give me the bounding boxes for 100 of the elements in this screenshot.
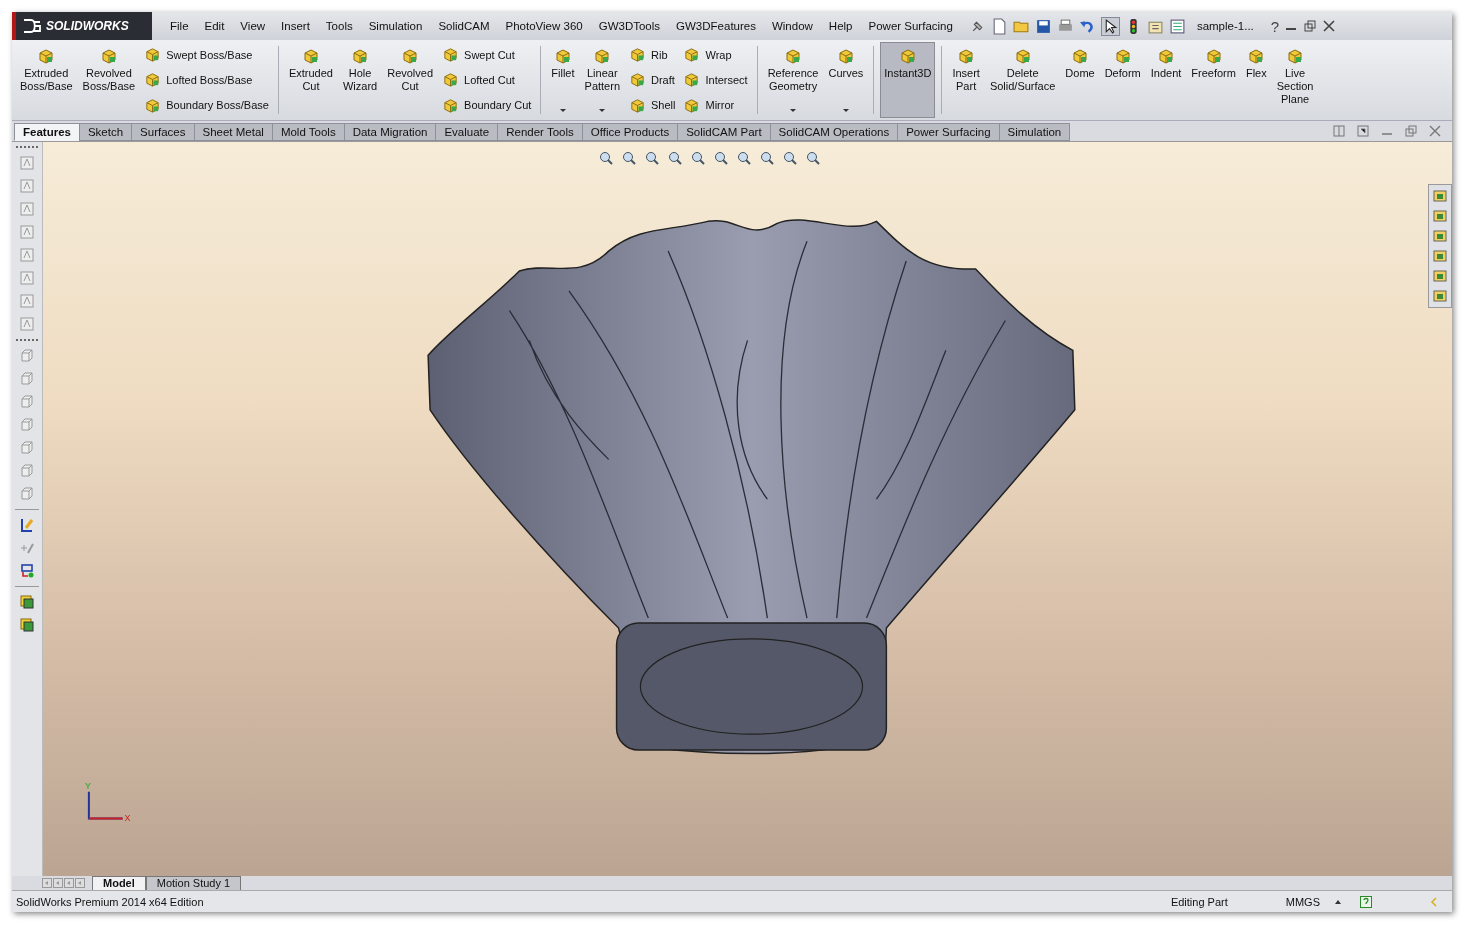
- select-pointer-icon[interactable]: [1100, 16, 1120, 36]
- command-tab[interactable]: Office Products: [581, 123, 679, 141]
- restore-icon[interactable]: [1303, 19, 1318, 33]
- command-tab[interactable]: SolidCAM Part: [677, 123, 771, 141]
- ribbon-button[interactable]: Fillet: [547, 42, 579, 118]
- sketch-tool-icon[interactable]: [19, 293, 35, 309]
- dropdown-caret-icon[interactable]: [841, 108, 850, 113]
- ribbon-button[interactable]: Insert Part: [948, 42, 984, 118]
- menu-item[interactable]: Edit: [196, 20, 233, 32]
- chevron-icon[interactable]: [1430, 896, 1438, 907]
- ribbon-button[interactable]: Swept Boss/Base: [144, 46, 269, 64]
- task-pane-icon[interactable]: [1432, 288, 1448, 304]
- command-tab[interactable]: Simulation: [998, 123, 1071, 141]
- ribbon-button[interactable]: Reference Geometry: [763, 42, 823, 118]
- help-button[interactable]: ?: [1270, 17, 1280, 35]
- restore-icon[interactable]: [1404, 124, 1418, 138]
- sketch-tool-icon[interactable]: [19, 178, 35, 194]
- menu-item[interactable]: Simulation: [360, 20, 431, 32]
- tile-left-icon[interactable]: [1332, 124, 1346, 138]
- sketch-tool-icon[interactable]: [19, 201, 35, 217]
- view-tool-icon[interactable]: [782, 150, 798, 166]
- tile-right-icon[interactable]: [1356, 124, 1370, 138]
- command-tab[interactable]: Sketch: [78, 123, 133, 141]
- menu-item[interactable]: SolidCAM: [430, 20, 498, 32]
- layer-icon[interactable]: [19, 594, 35, 610]
- ribbon-button[interactable]: Revolved Cut: [383, 42, 438, 118]
- dropdown-caret-icon[interactable]: [598, 108, 607, 113]
- command-tab[interactable]: Surfaces: [131, 123, 195, 141]
- menu-item[interactable]: Window: [763, 20, 821, 32]
- command-tab[interactable]: Data Migration: [343, 123, 437, 141]
- sketch-tool-icon[interactable]: [19, 155, 35, 171]
- save-icon[interactable]: [1034, 17, 1052, 35]
- menu-item[interactable]: GW3DTools: [590, 20, 669, 32]
- ribbon-button[interactable]: Instant3D: [880, 42, 936, 118]
- ribbon-button[interactable]: Dome: [1061, 42, 1099, 118]
- cube-view-icon[interactable]: [19, 463, 35, 479]
- task-pane-icon[interactable]: [1432, 248, 1448, 264]
- ribbon-button[interactable]: Revolved Boss/Base: [78, 42, 140, 118]
- sketch-tool-icon[interactable]: [19, 270, 35, 286]
- ribbon-button[interactable]: Freeform: [1187, 42, 1240, 118]
- command-tab[interactable]: Sheet Metal: [193, 123, 273, 141]
- ribbon-button[interactable]: Wrap: [683, 46, 748, 64]
- menu-item[interactable]: GW3DFeatures: [668, 20, 764, 32]
- ribbon-button[interactable]: Hole Wizard: [338, 42, 382, 118]
- view-tool-icon[interactable]: [621, 150, 637, 166]
- menu-item[interactable]: File: [162, 20, 197, 32]
- view-tool-icon[interactable]: [644, 150, 660, 166]
- ribbon-button[interactable]: Intersect: [683, 71, 748, 89]
- cube-view-icon[interactable]: [19, 394, 35, 410]
- command-tab[interactable]: SolidCAM Operations: [769, 123, 899, 141]
- sketch-tool-icon[interactable]: [19, 224, 35, 240]
- ribbon-button[interactable]: Lofted Cut: [442, 71, 532, 89]
- layer-icon[interactable]: [19, 617, 35, 633]
- menu-item[interactable]: Help: [820, 20, 861, 32]
- task-pane-icon[interactable]: [1432, 228, 1448, 244]
- ribbon-button[interactable]: Extruded Cut: [284, 42, 337, 118]
- command-tab[interactable]: Features: [14, 123, 80, 141]
- cube-view-icon[interactable]: [19, 371, 35, 387]
- ribbon-button[interactable]: Boundary Boss/Base: [144, 96, 269, 114]
- units-selector[interactable]: MMGS: [1285, 895, 1320, 908]
- command-tab[interactable]: Power Surfacing: [897, 123, 1000, 141]
- close-icon[interactable]: [1428, 124, 1442, 138]
- view-tool-icon[interactable]: [736, 150, 752, 166]
- ribbon-button[interactable]: Extruded Boss/Base: [16, 42, 77, 118]
- dropdown-caret-icon[interactable]: [558, 108, 567, 113]
- view-tool-icon[interactable]: [759, 150, 775, 166]
- cube-view-icon[interactable]: [19, 417, 35, 433]
- cube-view-icon[interactable]: [19, 440, 35, 456]
- list-icon[interactable]: [1168, 17, 1186, 35]
- command-tab[interactable]: Evaluate: [435, 123, 499, 141]
- ribbon-button[interactable]: Delete Solid/Surface: [985, 42, 1060, 118]
- ribbon-button[interactable]: Lofted Boss/Base: [144, 71, 269, 89]
- menu-item[interactable]: Power Surfacing: [860, 20, 961, 32]
- ribbon-button[interactable]: Swept Cut: [442, 46, 532, 64]
- view-tool-icon[interactable]: [713, 150, 729, 166]
- ribbon-button[interactable]: Curves: [824, 42, 868, 118]
- ribbon-button[interactable]: Draft: [629, 71, 676, 89]
- ribbon-button[interactable]: Linear Pattern: [580, 42, 624, 118]
- task-pane-icon[interactable]: [1432, 188, 1448, 204]
- sketch-pencil-icon[interactable]: [19, 517, 35, 533]
- ribbon-button[interactable]: Rib: [629, 46, 676, 64]
- task-pane-icon[interactable]: [1432, 268, 1448, 284]
- command-tab[interactable]: Mold Tools: [271, 123, 345, 141]
- sketch-tool-icon[interactable]: [19, 316, 35, 332]
- ribbon-button[interactable]: Deform: [1100, 42, 1145, 118]
- move-entity-icon[interactable]: [19, 563, 35, 579]
- ribbon-button[interactable]: Mirror: [683, 96, 748, 114]
- view-tool-icon[interactable]: [805, 150, 821, 166]
- up-caret-icon[interactable]: [1334, 898, 1342, 905]
- menu-item[interactable]: View: [232, 20, 274, 32]
- help-icon[interactable]: [1360, 895, 1372, 908]
- menu-item[interactable]: Tools: [317, 20, 361, 32]
- command-tab[interactable]: Render Tools: [497, 123, 583, 141]
- task-pane-icon[interactable]: [1432, 208, 1448, 224]
- menu-item[interactable]: Insert: [273, 20, 318, 32]
- ribbon-button[interactable]: Flex: [1241, 42, 1271, 118]
- ribbon-button[interactable]: Live Section Plane: [1272, 42, 1318, 118]
- ribbon-button[interactable]: Indent: [1146, 42, 1186, 118]
- view-tool-icon[interactable]: [690, 150, 706, 166]
- dropdown-caret-icon[interactable]: [789, 108, 798, 113]
